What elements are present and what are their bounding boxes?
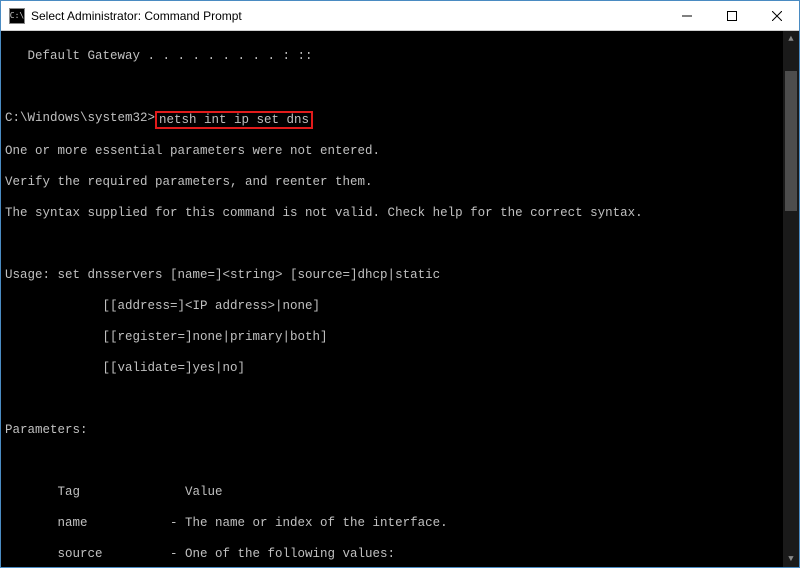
output-line: Verify the required parameters, and reen… [5,175,795,191]
cmd-icon: C:\ [9,8,25,24]
close-button[interactable] [754,1,799,30]
output-line: [[register=]none|primary|both] [5,330,795,346]
terminal-area[interactable]: Default Gateway . . . . . . . . . : :: C… [1,31,799,567]
output-line: Default Gateway . . . . . . . . . : :: [5,49,795,65]
output-line: [[validate=]yes|no] [5,361,795,377]
prompt-line: C:\Windows\system32>netsh int ip set dns [5,111,795,129]
window-title: Select Administrator: Command Prompt [31,9,664,23]
window-controls [664,1,799,30]
blank-line [5,392,795,408]
blank-line [5,237,795,253]
output-line: Usage: set dnsservers [name=]<string> [s… [5,268,795,284]
minimize-button[interactable] [664,1,709,30]
maximize-button[interactable] [709,1,754,30]
close-icon [772,11,782,21]
minimize-icon [682,11,692,21]
command-highlight: netsh int ip set dns [155,111,313,129]
output-line: The syntax supplied for this command is … [5,206,795,222]
output-line: [[address=]<IP address>|none] [5,299,795,315]
scroll-down-icon[interactable]: ▼ [783,551,799,567]
blank-line [5,80,795,96]
titlebar[interactable]: C:\ Select Administrator: Command Prompt [1,1,799,31]
prompt: C:\Windows\system32> [5,111,155,127]
scroll-thumb[interactable] [785,71,797,211]
output-line: name - The name or index of the interfac… [5,516,795,532]
maximize-icon [727,11,737,21]
output-line: Tag Value [5,485,795,501]
command-prompt-window: C:\ Select Administrator: Command Prompt… [0,0,800,568]
scrollbar[interactable]: ▲ ▼ [783,31,799,567]
output-line: source - One of the following values: [5,547,795,563]
output-line: Parameters: [5,423,795,439]
scroll-up-icon[interactable]: ▲ [783,31,799,47]
blank-line [5,454,795,470]
output-line: One or more essential parameters were no… [5,144,795,160]
